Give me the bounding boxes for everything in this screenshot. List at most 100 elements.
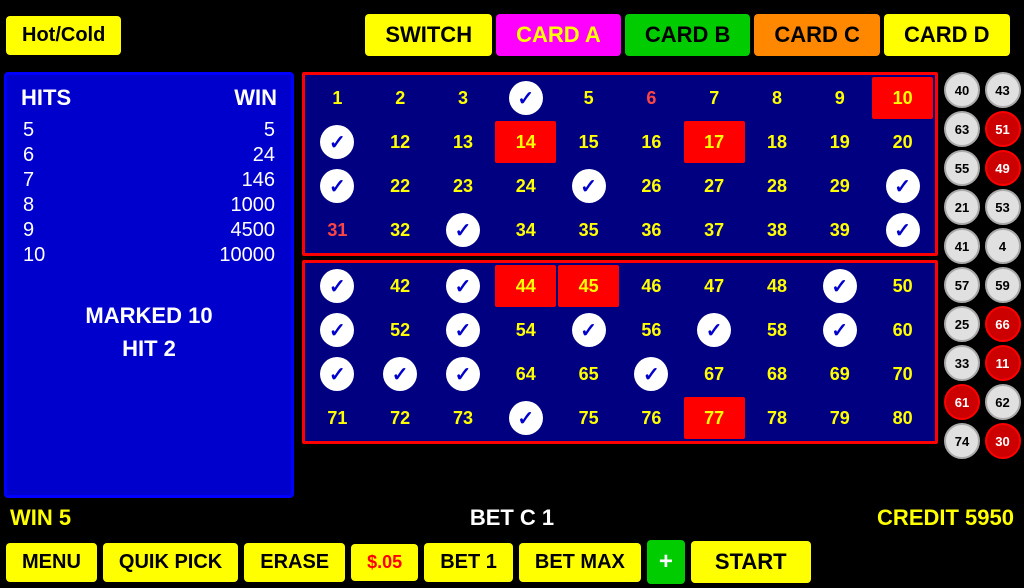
num-51[interactable]: ✓ (307, 309, 368, 351)
tab-card-c[interactable]: CARD C (754, 14, 880, 56)
num-64[interactable]: 64 (495, 353, 556, 395)
num-31[interactable]: 31 (307, 209, 368, 251)
num-2[interactable]: 2 (370, 77, 431, 119)
num-23[interactable]: 23 (433, 165, 494, 207)
num-76[interactable]: 76 (621, 397, 682, 439)
ball-74[interactable]: 74 (944, 423, 980, 459)
num-3[interactable]: 3 (433, 77, 494, 119)
ball-55[interactable]: 55 (944, 150, 980, 186)
ball-51[interactable]: 51 (985, 111, 1021, 147)
num-67[interactable]: 67 (684, 353, 745, 395)
num-65[interactable]: 65 (558, 353, 619, 395)
num-10[interactable]: 10 (872, 77, 933, 119)
num-66[interactable]: ✓ (621, 353, 682, 395)
num-70[interactable]: 70 (872, 353, 933, 395)
num-63[interactable]: ✓ (433, 353, 494, 395)
num-80[interactable]: 80 (872, 397, 933, 439)
num-37[interactable]: 37 (684, 209, 745, 251)
num-26[interactable]: 26 (621, 165, 682, 207)
ball-62[interactable]: 62 (985, 384, 1021, 420)
start-button[interactable]: START (691, 541, 811, 583)
ball-21[interactable]: 21 (944, 189, 980, 225)
num-35[interactable]: 35 (558, 209, 619, 251)
num-42[interactable]: 42 (370, 265, 431, 307)
num-16[interactable]: 16 (621, 121, 682, 163)
num-56[interactable]: 56 (621, 309, 682, 351)
ball-53[interactable]: 53 (985, 189, 1021, 225)
num-53[interactable]: ✓ (433, 309, 494, 351)
num-78[interactable]: 78 (747, 397, 808, 439)
ball-40[interactable]: 40 (944, 72, 980, 108)
num-19[interactable]: 19 (809, 121, 870, 163)
num-21[interactable]: ✓ (307, 165, 368, 207)
num-50[interactable]: 50 (872, 265, 933, 307)
ball-41[interactable]: 41 (944, 228, 980, 264)
num-33[interactable]: ✓ (433, 209, 494, 251)
ball-66[interactable]: 66 (985, 306, 1021, 342)
num-46[interactable]: 46 (621, 265, 682, 307)
num-17[interactable]: 17 (684, 121, 745, 163)
num-7[interactable]: 7 (684, 77, 745, 119)
num-1[interactable]: 1 (307, 77, 368, 119)
hot-cold-button[interactable]: Hot/Cold (6, 16, 121, 55)
num-47[interactable]: 47 (684, 265, 745, 307)
num-57[interactable]: ✓ (684, 309, 745, 351)
ball-25[interactable]: 25 (944, 306, 980, 342)
num-62[interactable]: ✓ (370, 353, 431, 395)
num-30[interactable]: ✓ (872, 165, 933, 207)
num-18[interactable]: 18 (747, 121, 808, 163)
num-34[interactable]: 34 (495, 209, 556, 251)
num-5[interactable]: 5 (558, 77, 619, 119)
num-61[interactable]: ✓ (307, 353, 368, 395)
num-29[interactable]: 29 (809, 165, 870, 207)
ball-59[interactable]: 59 (985, 267, 1021, 303)
ball-49[interactable]: 49 (985, 150, 1021, 186)
num-68[interactable]: 68 (747, 353, 808, 395)
num-13[interactable]: 13 (433, 121, 494, 163)
num-71[interactable]: 71 (307, 397, 368, 439)
num-69[interactable]: 69 (809, 353, 870, 395)
num-9[interactable]: 9 (809, 77, 870, 119)
num-48[interactable]: 48 (747, 265, 808, 307)
tab-card-b[interactable]: CARD B (625, 14, 751, 56)
num-73[interactable]: 73 (433, 397, 494, 439)
num-4[interactable]: ✓ (495, 77, 556, 119)
num-36[interactable]: 36 (621, 209, 682, 251)
tab-card-a[interactable]: CARD A (496, 14, 621, 56)
tab-card-d[interactable]: CARD D (884, 14, 1010, 56)
num-22[interactable]: 22 (370, 165, 431, 207)
num-20[interactable]: 20 (872, 121, 933, 163)
num-79[interactable]: 79 (809, 397, 870, 439)
num-32[interactable]: 32 (370, 209, 431, 251)
dollar-button[interactable]: $.05 (351, 544, 418, 581)
num-41[interactable]: ✓ (307, 265, 368, 307)
ball-63[interactable]: 63 (944, 111, 980, 147)
num-75[interactable]: 75 (558, 397, 619, 439)
num-8[interactable]: 8 (747, 77, 808, 119)
num-39[interactable]: 39 (809, 209, 870, 251)
num-52[interactable]: 52 (370, 309, 431, 351)
ball-61[interactable]: 61 (944, 384, 980, 420)
num-43[interactable]: ✓ (433, 265, 494, 307)
num-40[interactable]: ✓ (872, 209, 933, 251)
tab-switch[interactable]: SWITCH (365, 14, 492, 56)
num-38[interactable]: 38 (747, 209, 808, 251)
num-55[interactable]: ✓ (558, 309, 619, 351)
plus-button[interactable]: + (647, 540, 685, 584)
num-27[interactable]: 27 (684, 165, 745, 207)
ball-11[interactable]: 11 (985, 345, 1021, 381)
num-77[interactable]: 77 (684, 397, 745, 439)
num-6[interactable]: 6 (621, 77, 682, 119)
ball-4[interactable]: 4 (985, 228, 1021, 264)
num-59[interactable]: ✓ (809, 309, 870, 351)
num-60[interactable]: 60 (872, 309, 933, 351)
num-74[interactable]: ✓ (495, 397, 556, 439)
num-58[interactable]: 58 (747, 309, 808, 351)
num-15[interactable]: 15 (558, 121, 619, 163)
num-11[interactable]: ✓ (307, 121, 368, 163)
ball-57[interactable]: 57 (944, 267, 980, 303)
num-28[interactable]: 28 (747, 165, 808, 207)
ball-33[interactable]: 33 (944, 345, 980, 381)
num-25[interactable]: ✓ (558, 165, 619, 207)
ball-30[interactable]: 30 (985, 423, 1021, 459)
